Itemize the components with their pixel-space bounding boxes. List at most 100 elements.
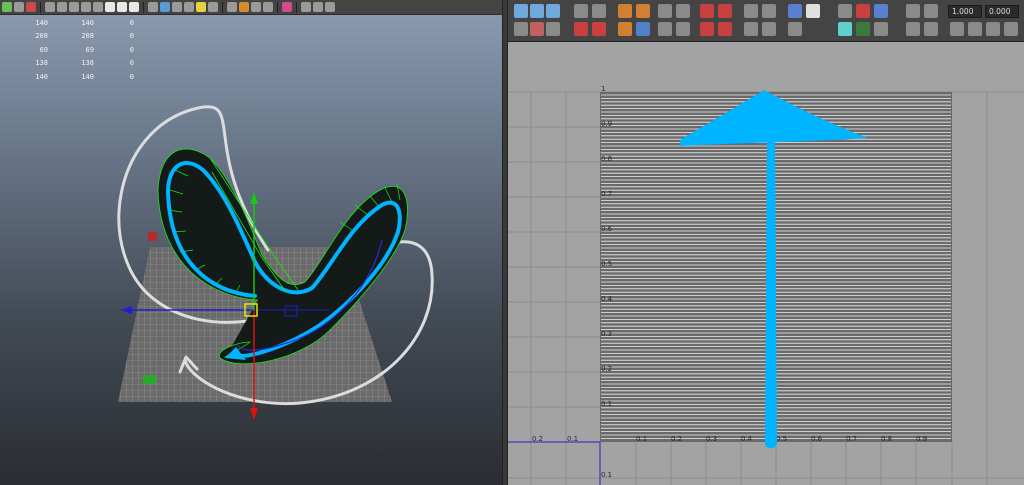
safe-title-icon[interactable]: [129, 2, 139, 12]
camera-attributes-icon[interactable]: [26, 2, 36, 12]
uv-canvas[interactable]: 1 0.9 0.8 0.7 0.6 0.5 0.4 0.3 0.2 0.1 0.…: [508, 42, 1024, 485]
color-channel-icon[interactable]: [856, 22, 870, 36]
merge-uv-icon[interactable]: [636, 22, 650, 36]
relax-uv-icon[interactable]: [744, 22, 758, 36]
down-axis-arrow-icon[interactable]: [250, 408, 258, 420]
xray-icon[interactable]: [301, 2, 311, 12]
film-gate-icon[interactable]: [69, 2, 79, 12]
app-window: 140 140 0 208 208 0 69 69 0 138 138 0 14…: [0, 0, 1024, 485]
safe-action-icon[interactable]: [117, 2, 127, 12]
shadows-icon[interactable]: [208, 2, 218, 12]
align-v-max-icon[interactable]: [676, 22, 690, 36]
sew-uv-icon[interactable]: [636, 4, 650, 18]
smudge-uv-icon[interactable]: [762, 22, 776, 36]
depth-of-field-icon[interactable]: [263, 2, 273, 12]
tick-label: 0.6: [601, 225, 613, 233]
alpha-channel-icon[interactable]: [874, 22, 888, 36]
checker-icon[interactable]: [838, 22, 852, 36]
flip-v-icon[interactable]: [592, 4, 606, 18]
checker-map-icon[interactable]: [806, 4, 820, 18]
red-locator-icon[interactable]: [148, 232, 157, 241]
tick-label: 0.9: [916, 435, 927, 443]
uv-shell-icon[interactable]: [530, 4, 544, 18]
lock-camera-icon[interactable]: [14, 2, 24, 12]
cut-uv-icon[interactable]: [618, 4, 632, 18]
align-v-min-icon[interactable]: [658, 22, 672, 36]
paste-u-icon[interactable]: [986, 22, 1000, 36]
image-range-icon[interactable]: [924, 4, 938, 18]
dim-image-icon[interactable]: [788, 22, 802, 36]
up-arrow-annotation: [765, 142, 777, 449]
uv-snapshot-icon[interactable]: [546, 4, 560, 18]
image-plane-icon[interactable]: [45, 2, 55, 12]
unfold-uv-icon[interactable]: [718, 22, 732, 36]
copy-uv-icon[interactable]: [950, 22, 964, 36]
tick-label: 0.7: [846, 435, 857, 443]
uv-distort-icon[interactable]: [546, 22, 560, 36]
tick-label: 0.3: [601, 330, 612, 338]
textured-icon[interactable]: [184, 2, 194, 12]
split-uv-icon[interactable]: [618, 22, 632, 36]
paste-v-icon[interactable]: [1004, 22, 1018, 36]
align-u-max-icon[interactable]: [676, 4, 690, 18]
use-all-lights-icon[interactable]: [196, 2, 206, 12]
image-display-icon[interactable]: [788, 4, 802, 18]
toolbar-divider: [277, 1, 278, 13]
tick-label: 0.9: [601, 120, 612, 128]
screen-space-ao-icon[interactable]: [227, 2, 237, 12]
y-axis-arrow-icon[interactable]: [250, 192, 258, 204]
rotate-ccw-icon[interactable]: [574, 22, 588, 36]
exposure-icon[interactable]: [906, 22, 920, 36]
gate-mask-icon[interactable]: [93, 2, 103, 12]
pixel-snap-icon[interactable]: [906, 4, 920, 18]
x-axis-arrow-icon[interactable]: [120, 306, 132, 314]
rotate-cw-icon[interactable]: [592, 22, 606, 36]
normalize-uv-icon[interactable]: [762, 4, 776, 18]
viewport-toolbar: [0, 0, 502, 15]
isolate-uv-icon[interactable]: [874, 4, 888, 18]
resolution-gate-icon[interactable]: [81, 2, 91, 12]
field-chart-icon[interactable]: [105, 2, 115, 12]
exposure-field[interactable]: 1.000: [948, 5, 982, 18]
toolbar-divider: [222, 1, 223, 13]
grid-toggle-icon[interactable]: [57, 2, 67, 12]
isolate-select-icon[interactable]: [282, 2, 292, 12]
flip-u-icon[interactable]: [574, 4, 588, 18]
tick-label: 0.8: [601, 155, 612, 163]
layout-uv-icon[interactable]: [700, 22, 714, 36]
tick-label: 0.3: [706, 435, 717, 443]
green-locator-icon[interactable]: [143, 375, 156, 384]
uv-grid-icon[interactable]: [514, 22, 528, 36]
smooth-shade-icon[interactable]: [160, 2, 170, 12]
shaded-uv-icon[interactable]: [856, 4, 870, 18]
scene-view[interactable]: [0, 15, 502, 485]
paste-uv-icon[interactable]: [968, 22, 982, 36]
tick-label: 0.1: [636, 435, 647, 443]
display-border-icon[interactable]: [838, 4, 852, 18]
select-camera-icon[interactable]: [2, 2, 12, 12]
gamma-icon[interactable]: [924, 22, 938, 36]
motion-blur-icon[interactable]: [239, 2, 249, 12]
toolbar-divider: [40, 1, 41, 13]
xray-joints-icon[interactable]: [313, 2, 323, 12]
snap-uv-icon[interactable]: [744, 4, 758, 18]
tick-label: 0.1: [601, 400, 612, 408]
xray-active-components-icon[interactable]: [325, 2, 335, 12]
tick-label: 0.2: [601, 365, 612, 373]
tick-label: 0.4: [601, 295, 613, 303]
align-u-min-icon[interactable]: [658, 4, 672, 18]
grid-uv-icon[interactable]: [700, 4, 714, 18]
tick-label: 0.6: [811, 435, 823, 443]
toolbar-divider: [143, 1, 144, 13]
gamma-field[interactable]: 0.000: [985, 5, 1019, 18]
uv-select-icon[interactable]: [514, 4, 528, 18]
wireframe-on-shaded-icon[interactable]: [172, 2, 182, 12]
perspective-viewport[interactable]: 140 140 0 208 208 0 69 69 0 138 138 0 14…: [0, 0, 502, 485]
tick-label: 0.5: [776, 435, 787, 443]
wireframe-icon[interactable]: [148, 2, 158, 12]
uv-editor-panel[interactable]: 1.000 0.000 1 0.9 0.8 0.7 0.6 0.5 0.4 0.…: [508, 0, 1024, 485]
straighten-uv-icon[interactable]: [718, 4, 732, 18]
uv-shade-icon[interactable]: [530, 22, 544, 36]
anti-aliasing-icon[interactable]: [251, 2, 261, 12]
tick-label: 0.7: [601, 190, 612, 198]
